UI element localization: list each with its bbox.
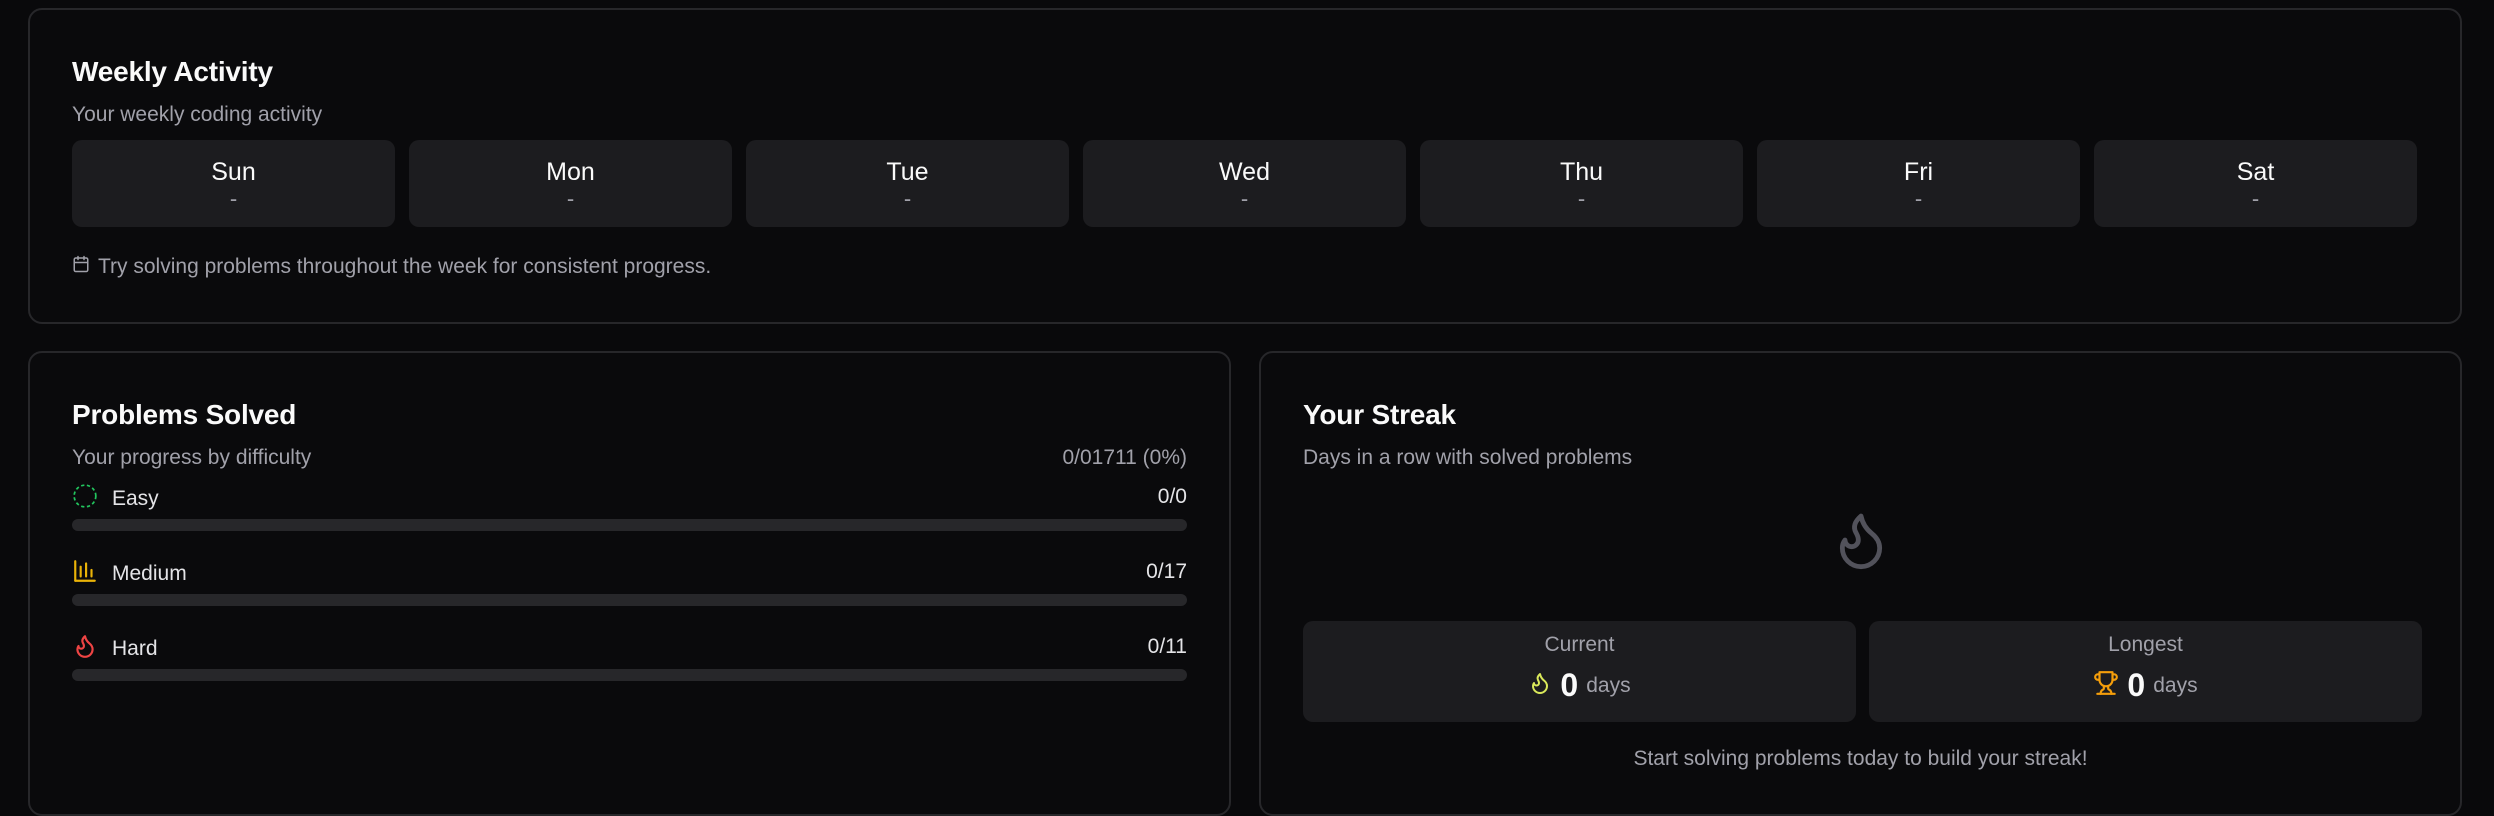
- day-value: -: [1577, 185, 1586, 211]
- day-value: -: [229, 185, 238, 211]
- day-name: Sun: [211, 157, 256, 186]
- day-value: -: [1240, 185, 1249, 211]
- progress-bar-easy: [72, 519, 1187, 531]
- day-value: -: [566, 185, 575, 211]
- current-streak-number: 0: [1560, 667, 1579, 703]
- day-sat: Sat -: [2094, 140, 2417, 227]
- trophy-icon: [2093, 670, 2119, 701]
- dashed-circle-icon: [72, 483, 98, 515]
- difficulty-label: Easy: [112, 487, 159, 510]
- day-tue: Tue -: [746, 140, 1069, 227]
- flame-icon: [1528, 671, 1552, 700]
- weekly-tip-text: Try solving problems throughout the week…: [98, 255, 712, 278]
- weekly-tip: Try solving problems throughout the week…: [72, 255, 711, 279]
- longest-streak-number: 0: [2127, 667, 2146, 703]
- day-name: Wed: [1219, 157, 1270, 186]
- day-name: Thu: [1559, 157, 1604, 186]
- day-thu: Thu -: [1420, 140, 1743, 227]
- difficulty-medium: Medium: [72, 558, 187, 590]
- difficulty-count: 0/0: [1157, 485, 1187, 508]
- streak-subtitle: Days in a row with solved problems: [1303, 446, 1633, 469]
- difficulty-label: Medium: [112, 562, 187, 585]
- longest-streak-unit: days: [2153, 673, 2198, 697]
- longest-streak-label: Longest: [2108, 633, 2183, 656]
- current-streak-value: 0 days: [1303, 667, 1856, 704]
- streak-title: Your Streak: [1303, 399, 1456, 430]
- day-value: -: [2251, 185, 2260, 211]
- problems-solved-title: Problems Solved: [72, 399, 297, 430]
- weekly-activity-title: Weekly Activity: [72, 56, 273, 87]
- weekly-activity-card: Weekly Activity Your weekly coding activ…: [28, 8, 2462, 324]
- day-name: Tue: [886, 157, 929, 186]
- day-name: Mon: [546, 157, 595, 186]
- day-value: -: [1914, 185, 1923, 211]
- progress-bar-medium: [72, 594, 1187, 606]
- difficulty-count: 0/17: [1146, 560, 1187, 583]
- current-streak-box: Current 0 days: [1303, 621, 1856, 722]
- day-value: -: [903, 185, 912, 211]
- streak-card: Your Streak Days in a row with solved pr…: [1259, 351, 2462, 816]
- calendar-icon: [72, 255, 90, 279]
- current-streak-label: Current: [1544, 633, 1615, 656]
- problems-solved-card: Problems Solved Your progress by difficu…: [28, 351, 1231, 816]
- difficulty-label: Hard: [112, 637, 158, 660]
- longest-streak-box: Longest 0 days: [1869, 621, 2422, 722]
- day-name: Sat: [2236, 157, 2275, 186]
- difficulty-hard: Hard: [72, 633, 158, 665]
- problems-total: 0/01711 (0%): [1062, 446, 1187, 469]
- flame-icon: [72, 633, 98, 665]
- difficulty-count: 0/11: [1147, 635, 1187, 658]
- current-streak-unit: days: [1586, 673, 1631, 697]
- bar-chart-icon: [72, 558, 98, 590]
- day-name: Fri: [1903, 157, 1934, 186]
- longest-streak-value: 0 days: [1869, 667, 2422, 704]
- day-fri: Fri -: [1757, 140, 2080, 227]
- progress-bar-hard: [72, 669, 1187, 681]
- day-wed: Wed -: [1083, 140, 1406, 227]
- day-sun: Sun -: [72, 140, 395, 227]
- weekly-days: Sun - Mon - Tue - Wed - Thu - Fri - Sat …: [72, 140, 2417, 227]
- streak-footer: Start solving problems today to build yo…: [1633, 747, 2088, 770]
- difficulty-easy: Easy: [72, 483, 159, 515]
- flame-icon: [1261, 508, 2460, 577]
- day-mon: Mon -: [409, 140, 732, 227]
- problems-solved-subtitle: Your progress by difficulty: [72, 446, 312, 469]
- weekly-activity-subtitle: Your weekly coding activity: [72, 103, 323, 126]
